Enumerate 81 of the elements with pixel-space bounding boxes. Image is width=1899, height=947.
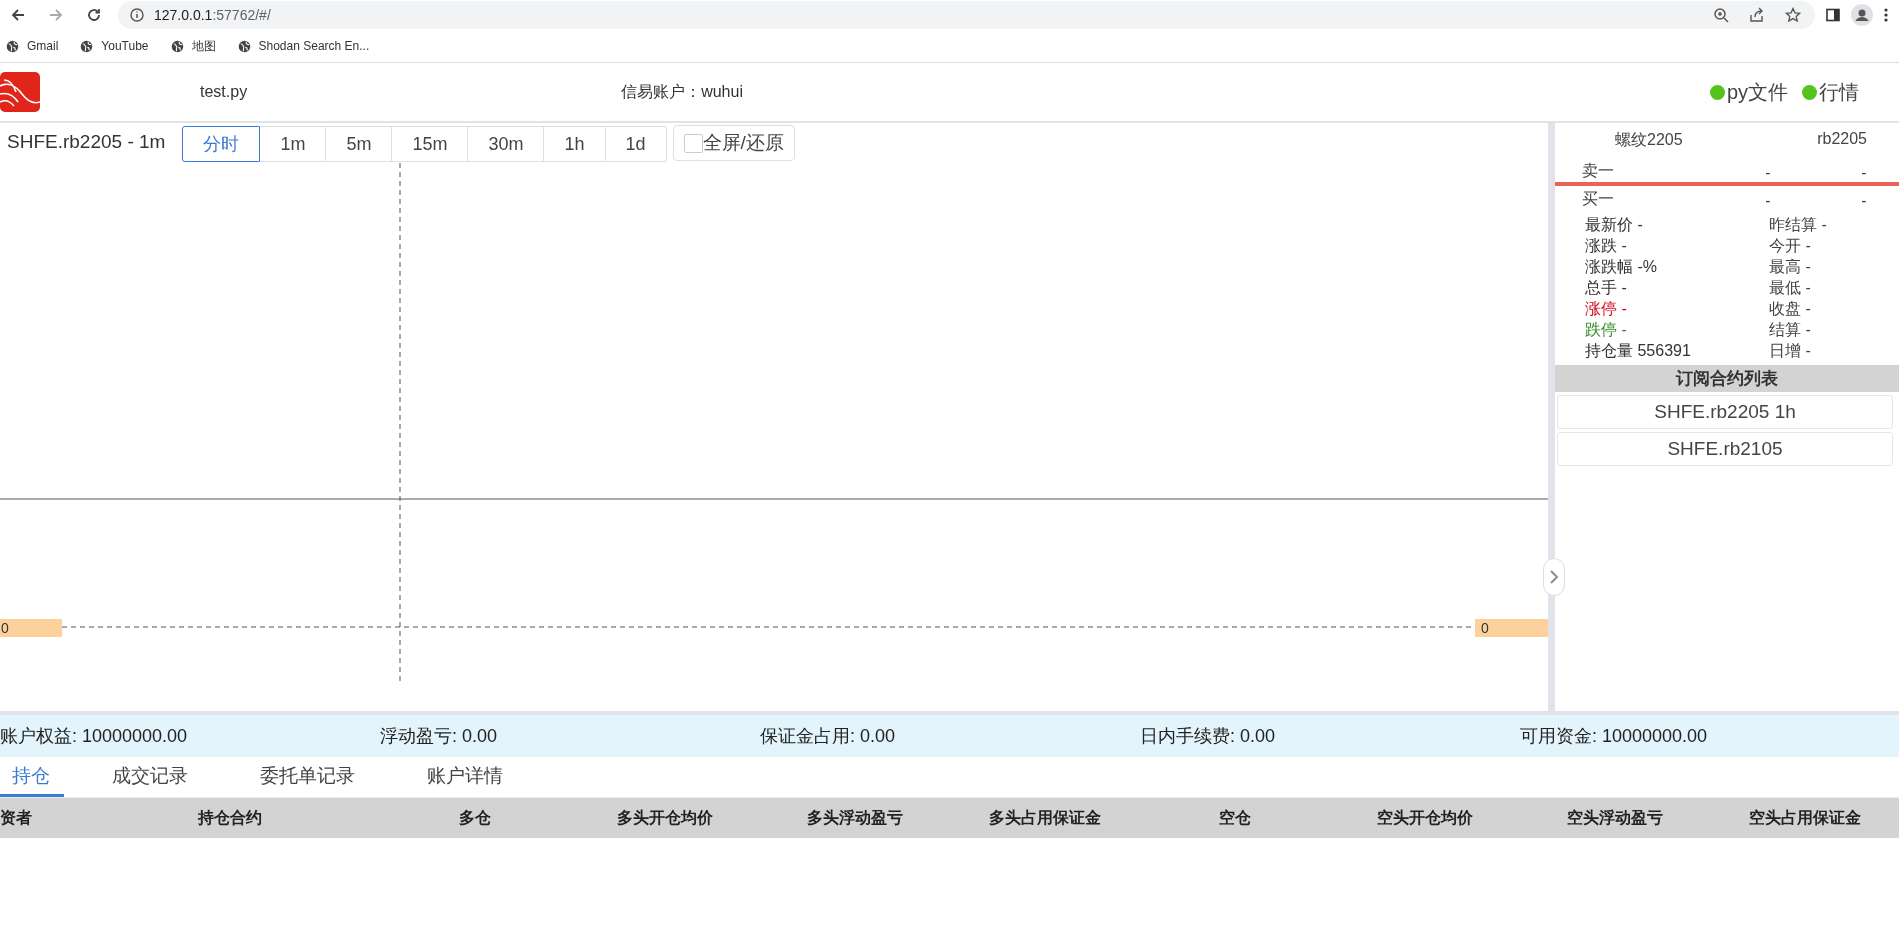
address-bar[interactable]: 127.0.0.1:57762/#/ [118, 1, 1815, 29]
share-icon[interactable] [1749, 7, 1765, 23]
stat-line: 最新价 - [1585, 216, 1643, 233]
summary-item: 保证金占用: 0.00 [760, 725, 897, 748]
stat-line: 收盘 - [1769, 300, 1811, 317]
stat-line: 最高 - [1769, 258, 1811, 275]
column-header: 空头开仓均价 [1376, 807, 1474, 828]
tab[interactable]: 委托单记录 [260, 757, 355, 797]
summary-item: 日内手续费: 0.00 [1140, 725, 1277, 748]
price-label: 0 [0, 619, 62, 637]
stat-line: 涨跌幅 -% [1585, 258, 1657, 275]
stat-line: 昨结算 - [1769, 216, 1827, 233]
bookmark-link[interactable]: 地图 [170, 37, 216, 55]
column-header: 多头占用保证金 [988, 807, 1102, 828]
file-name: test.py [200, 83, 248, 101]
stat-line: 最低 - [1769, 279, 1811, 296]
stat-line: 持仓量 556391 [1585, 342, 1691, 359]
globe-icon [237, 39, 251, 53]
account-label: 信易账户：wuhui [621, 81, 743, 102]
side-panel-icon[interactable] [1825, 7, 1841, 23]
contract-code: rb2205 [1817, 130, 1867, 149]
star-icon[interactable] [1785, 7, 1801, 23]
bookmark-link[interactable]: Gmail [6, 39, 59, 53]
checkbox[interactable] [683, 133, 703, 153]
stat-line: 今开 - [1769, 237, 1811, 254]
menu-icon[interactable] [1883, 7, 1889, 23]
fullscreen-toggle[interactable]: 全屏/还原 [672, 125, 795, 161]
period-tab[interactable]: 1d [605, 126, 667, 162]
url-text: 127.0.0.1:57762/#/ [154, 7, 271, 23]
stat-line: 总手 - [1585, 279, 1627, 296]
book-volume: - [1860, 192, 1868, 210]
back-arrow-icon [10, 7, 26, 23]
list-header: 订阅合约列表 [1555, 365, 1899, 392]
contract-name: 螺纹2205 [1615, 130, 1683, 150]
stat-line: 结算 - [1769, 321, 1811, 338]
stat-line: 日增 - [1769, 342, 1811, 359]
period-tab[interactable]: 1m [260, 126, 327, 162]
stat-line: 跌停 - [1585, 321, 1627, 338]
column-header: 资者 [0, 807, 33, 828]
globe-icon [80, 39, 94, 53]
period-tab[interactable]: 15m [392, 126, 469, 162]
zoom-icon[interactable] [1713, 7, 1729, 23]
period-tab[interactable]: 30m [468, 126, 545, 162]
column-header: 多仓 [458, 807, 492, 828]
column-header: 空仓 [1218, 807, 1252, 828]
summary-item: 浮动盈亏: 0.00 [380, 725, 499, 748]
subscription-item[interactable]: SHFE.rb2205 1h [1557, 395, 1893, 429]
period-tab[interactable]: 分时 [182, 126, 261, 162]
summary-item: 账户权益: 10000000.00 [0, 725, 189, 748]
period-tab[interactable]: 1h [544, 126, 606, 162]
bookmark-link[interactable]: YouTube [80, 39, 149, 53]
book-volume: - [1860, 164, 1868, 182]
column-header: 多头开仓均价 [616, 807, 714, 828]
book-price: - [1764, 164, 1772, 182]
tab[interactable]: 成交记录 [112, 757, 188, 797]
stat-line: 涨跌 - [1585, 237, 1627, 254]
book-price: - [1764, 192, 1772, 210]
globe-icon [6, 39, 19, 53]
book-label: 买一 [1582, 189, 1615, 209]
avatar-icon[interactable] [1851, 4, 1873, 26]
price-label: 0 [1475, 619, 1548, 637]
status-label: 行情 [1819, 79, 1859, 105]
globe-icon [170, 39, 184, 53]
info-icon [130, 8, 144, 22]
reload-icon [86, 7, 102, 23]
status-label: py文件 [1726, 79, 1788, 105]
stat-line: 涨停 - [1585, 300, 1627, 317]
subscription-item[interactable]: SHFE.rb2105 [1557, 432, 1893, 466]
period-tab[interactable]: 5m [326, 126, 393, 162]
collapse-button[interactable] [1543, 558, 1565, 596]
bookmark-link[interactable]: Shodan Search En... [237, 39, 370, 53]
forward-arrow-icon [48, 7, 64, 23]
column-header: 空头浮动盈亏 [1566, 807, 1664, 828]
summary-item: 可用资金: 10000000.00 [1520, 725, 1709, 748]
chevron-right-icon [1549, 569, 1559, 585]
book-label: 卖一 [1582, 161, 1615, 181]
chart-title: SHFE.rb2205 - 1m [7, 131, 166, 153]
tab[interactable]: 账户详情 [427, 757, 503, 797]
column-header: 空头占用保证金 [1748, 807, 1862, 828]
column-header: 持仓合约 [196, 807, 263, 828]
column-header: 多头浮动盈亏 [806, 807, 904, 828]
